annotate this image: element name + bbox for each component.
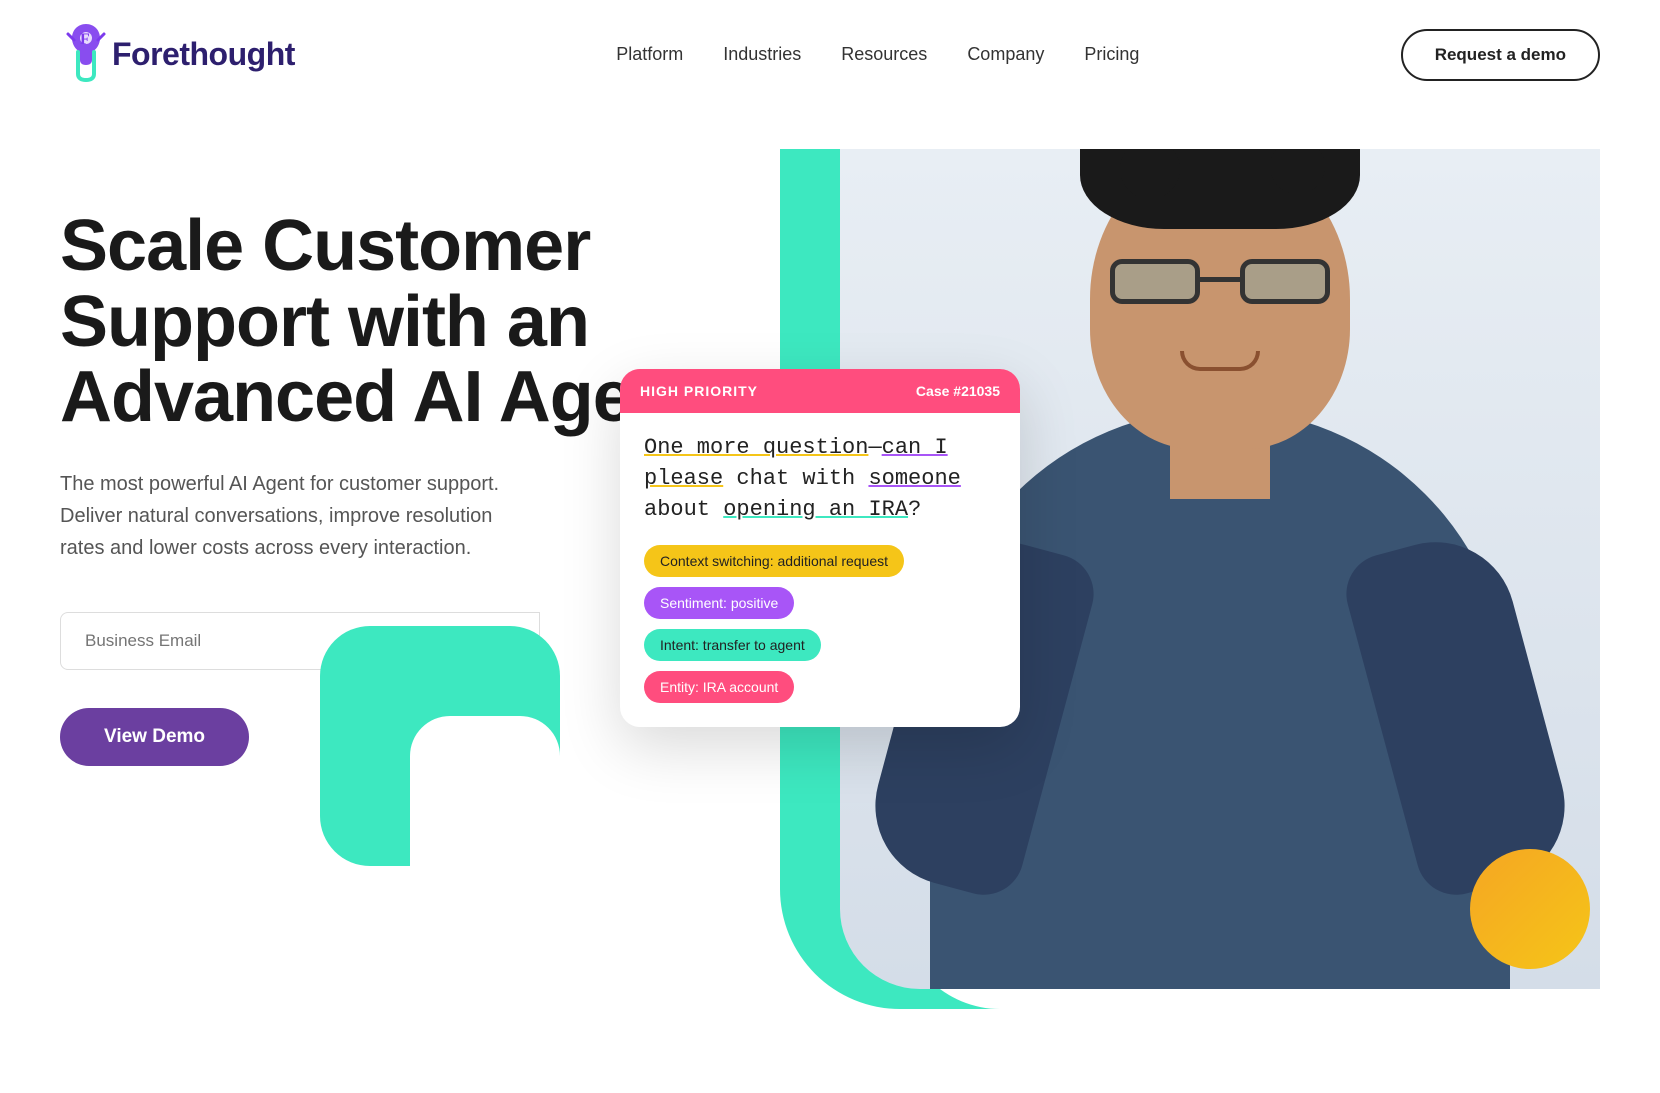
- nav-right: Request a demo: [1401, 29, 1600, 81]
- msg-someone: someone: [868, 466, 960, 491]
- chat-card-header: HIGH PRIORITY Case #21035: [620, 369, 1020, 413]
- nav-company[interactable]: Company: [967, 44, 1044, 65]
- hero-title: Scale Customer Support with an Advanced …: [60, 209, 700, 436]
- chat-tags-container: Context switching: additional request Se…: [644, 545, 996, 703]
- nav-resources[interactable]: Resources: [841, 44, 927, 65]
- forethought-logo-icon: F: [60, 22, 112, 87]
- nav-industries[interactable]: Industries: [723, 44, 801, 65]
- chat-card-body: One more question—can I please chat with…: [620, 413, 1020, 727]
- nav-platform[interactable]: Platform: [616, 44, 683, 65]
- navigation: F Forethought Platform Industries Resour…: [0, 0, 1660, 109]
- svg-text:F: F: [80, 31, 90, 48]
- brand-name: Forethought: [112, 36, 295, 73]
- hero-left: Scale Customer Support with an Advanced …: [60, 149, 700, 766]
- chat-message: One more question—can I please chat with…: [644, 433, 996, 525]
- tag-sentiment: Sentiment: positive: [644, 587, 794, 619]
- msg-part2-can: can I: [882, 435, 948, 460]
- tag-intent: Intent: transfer to agent: [644, 629, 821, 661]
- orange-circle-decoration: [1470, 849, 1590, 969]
- priority-label: HIGH PRIORITY: [640, 383, 758, 399]
- hero-right: HIGH PRIORITY Case #21035 One more quest…: [700, 149, 1600, 1009]
- chat-card: HIGH PRIORITY Case #21035 One more quest…: [620, 369, 1020, 727]
- view-demo-button[interactable]: View Demo: [60, 708, 249, 766]
- hero-section: Scale Customer Support with an Advanced …: [0, 109, 1660, 1009]
- tag-context-switching: Context switching: additional request: [644, 545, 904, 577]
- nav-links: Platform Industries Resources Company Pr…: [616, 44, 1139, 65]
- msg-part1: One more question: [644, 435, 868, 460]
- nav-links-container: Platform Industries Resources Company Pr…: [556, 44, 1139, 65]
- msg-opening: opening an IRA: [723, 497, 908, 522]
- tag-entity: Entity: IRA account: [644, 671, 794, 703]
- case-label: Case #21035: [916, 383, 1000, 399]
- request-demo-button[interactable]: Request a demo: [1401, 29, 1600, 81]
- logo-area[interactable]: F Forethought: [60, 22, 295, 87]
- teal-decoration: [320, 626, 560, 866]
- msg-chat: chat with: [736, 466, 868, 491]
- hero-subtitle: The most powerful AI Agent for customer …: [60, 468, 540, 564]
- msg-part2-please: please: [644, 466, 723, 491]
- nav-pricing[interactable]: Pricing: [1084, 44, 1139, 65]
